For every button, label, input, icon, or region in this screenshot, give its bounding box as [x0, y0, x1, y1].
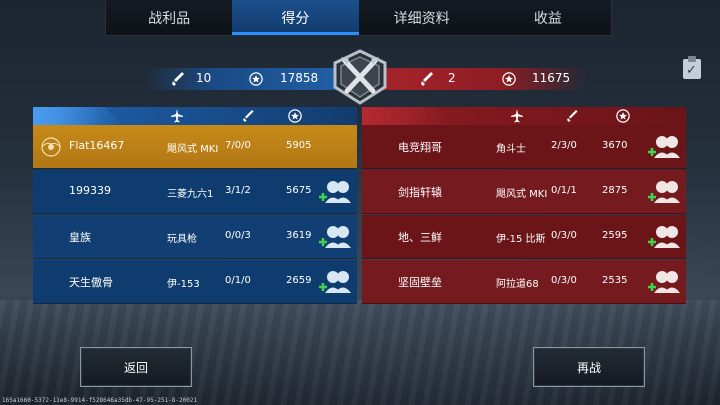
aircraft-name: 三菱九六1: [167, 189, 214, 200]
blue-score-bar: 10 17858: [143, 68, 348, 90]
player-score: 2659: [286, 275, 312, 286]
player-name: 地、三鲜: [398, 231, 442, 244]
add-friend-icon[interactable]: [646, 132, 682, 162]
add-friend-icon[interactable]: [317, 177, 353, 207]
kill-death-assist: 7/0/0: [225, 140, 251, 151]
tab-details[interactable]: 详细资料: [359, 0, 485, 35]
star-badge-icon: [288, 109, 302, 123]
tab-score[interactable]: 得分: [232, 0, 359, 35]
session-id: 165a1660-5372-11e8-9914-f528646a35db-47-…: [2, 397, 198, 404]
aircraft-name: 玩具枪: [167, 234, 197, 245]
aircraft-name: 角斗士: [496, 144, 526, 155]
player-score: 2875: [602, 185, 628, 196]
kill-death-assist: 0/1/1: [551, 185, 577, 196]
player-score: 5905: [286, 140, 312, 151]
player-name: 坚固壁垒: [398, 276, 442, 289]
add-friend-icon[interactable]: [646, 222, 682, 252]
player-name: 天生傲骨: [69, 276, 113, 289]
player-row[interactable]: 天生傲骨 伊-153 0/1/0 2659: [33, 260, 357, 304]
red-team-header: [362, 107, 686, 125]
sword-icon: [421, 72, 433, 86]
plane-icon: [511, 109, 523, 123]
rematch-button[interactable]: 再战: [533, 347, 645, 387]
blue-kills: 10: [196, 71, 212, 85]
kill-death-assist: 0/3/0: [551, 275, 577, 286]
red-kills: 2: [448, 71, 456, 85]
crossed-swords-emblem-icon: [333, 49, 387, 105]
add-friend-icon[interactable]: [317, 222, 353, 252]
plane-icon: [171, 109, 183, 123]
player-row[interactable]: 皇族 玩具枪 0/0/3 3619: [33, 215, 357, 259]
star-badge-icon: [249, 72, 263, 86]
back-button[interactable]: 返回: [80, 347, 192, 387]
player-name: 电竞翔哥: [398, 141, 442, 154]
player-score: 2535: [602, 275, 628, 286]
player-row[interactable]: 剑指轩辕 飓风式 MKⅠ 0/1/1 2875: [362, 170, 686, 214]
tab-bar: 战利品 得分 详细资料 收益: [105, 0, 612, 36]
player-score: 3619: [286, 230, 312, 241]
red-score: 11675: [532, 71, 571, 85]
clipboard-icon[interactable]: ✓: [680, 54, 704, 80]
red-score-bar: 2 11675: [372, 68, 587, 90]
aircraft-name: 伊-15 比斯: [496, 234, 546, 245]
blue-score: 17858: [280, 71, 319, 85]
aircraft-name: 阿拉道68: [496, 279, 539, 290]
kill-death-assist: 0/0/3: [225, 230, 251, 241]
blue-team-header: [33, 107, 357, 125]
player-name: 199339: [69, 184, 111, 197]
player-name: 皇族: [69, 231, 91, 244]
kill-death-assist: 0/3/0: [551, 230, 577, 241]
rank-badge-icon: [41, 137, 61, 157]
sword-icon: [567, 110, 578, 122]
player-row[interactable]: 地、三鲜 伊-15 比斯 0/3/0 2595: [362, 215, 686, 259]
player-row-self[interactable]: Flat16467 飓风式 MKⅠ 7/0/0 5905: [33, 125, 357, 169]
sword-icon: [243, 110, 254, 122]
add-friend-icon[interactable]: [646, 267, 682, 297]
player-name: Flat16467: [69, 139, 125, 152]
player-score: 3670: [602, 140, 628, 151]
sword-icon: [172, 72, 184, 86]
player-row[interactable]: 199339 三菱九六1 3/1/2 5675: [33, 170, 357, 214]
aircraft-name: 伊-153: [167, 279, 200, 290]
add-friend-icon[interactable]: [646, 177, 682, 207]
player-name: 剑指轩辕: [398, 186, 442, 199]
kill-death-assist: 0/1/0: [225, 275, 251, 286]
add-friend-icon[interactable]: [317, 267, 353, 297]
player-score: 5675: [286, 185, 312, 196]
tab-earnings[interactable]: 收益: [485, 0, 611, 35]
kill-death-assist: 2/3/0: [551, 140, 577, 151]
player-row[interactable]: 电竞翔哥 角斗士 2/3/0 3670: [362, 125, 686, 169]
star-badge-icon: [502, 72, 516, 86]
kill-death-assist: 3/1/2: [225, 185, 251, 196]
star-badge-icon: [616, 109, 630, 123]
aircraft-name: 飓风式 MKⅠ: [167, 144, 219, 155]
player-score: 2595: [602, 230, 628, 241]
aircraft-name: 飓风式 MKⅠ: [496, 189, 548, 200]
player-row[interactable]: 坚固壁垒 阿拉道68 0/3/0 2535: [362, 260, 686, 304]
tab-loot[interactable]: 战利品: [106, 0, 232, 35]
